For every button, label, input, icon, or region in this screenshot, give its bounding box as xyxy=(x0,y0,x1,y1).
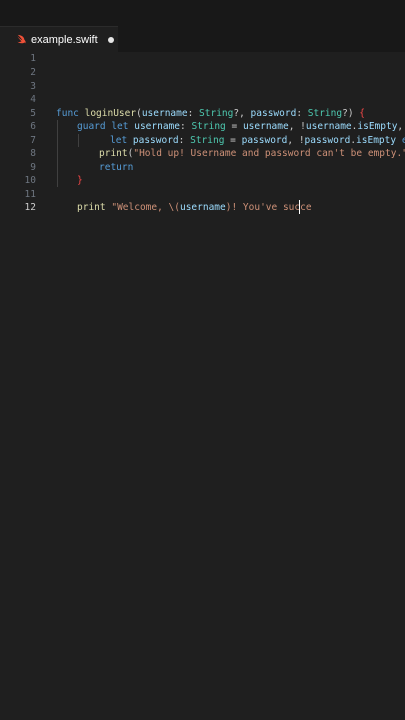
code-token: , xyxy=(397,121,404,132)
line-number: 5 xyxy=(30,108,36,119)
code-token: , ! xyxy=(287,135,305,146)
code-token: String xyxy=(199,108,234,119)
code-token: , ! xyxy=(288,121,306,132)
code-token: password xyxy=(250,108,297,119)
code-token: username xyxy=(179,202,226,213)
code-token: isEmpty xyxy=(356,135,397,146)
line-number: 9 xyxy=(30,162,36,173)
code-line-7[interactable]: let password: String = password, !passwo… xyxy=(110,134,405,147)
code-token: } xyxy=(77,175,83,186)
code-token: let xyxy=(111,121,135,132)
code-token: guard xyxy=(77,121,112,132)
code-token: isEmpty xyxy=(357,121,398,132)
code-token: username xyxy=(242,121,289,132)
tab-filename: example.swift xyxy=(31,33,98,46)
line-number-active: 12 xyxy=(24,202,36,213)
line-number: 8 xyxy=(30,148,36,159)
code-line-10[interactable]: } xyxy=(77,174,83,187)
code-line-12[interactable]: print "Welcome, \(username)! You've succ… xyxy=(77,201,312,214)
tab-example-swift[interactable]: example.swift xyxy=(0,26,118,52)
code-line-6[interactable]: guard let username: String = username, !… xyxy=(77,120,403,133)
code-token: loginUser xyxy=(84,108,137,119)
code-token: : xyxy=(187,108,200,119)
code-token: ?, xyxy=(233,108,251,119)
line-number: 2 xyxy=(30,67,36,78)
indent-guide xyxy=(57,120,58,187)
code-token: = xyxy=(224,135,242,146)
code-token: : xyxy=(179,121,192,132)
code-token: String xyxy=(190,135,225,146)
code-line-9[interactable]: return xyxy=(99,161,133,174)
code-line-5[interactable]: func loginUser(username: String?, passwo… xyxy=(56,107,365,120)
line-number: 11 xyxy=(24,189,36,200)
text-cursor xyxy=(299,200,300,214)
code-token: username xyxy=(141,108,188,119)
code-token: = xyxy=(225,121,243,132)
indent-guide xyxy=(78,134,79,147)
code-token: : xyxy=(296,108,308,119)
line-number: 6 xyxy=(30,121,36,132)
code-token: { xyxy=(359,108,365,119)
code-token: String xyxy=(191,121,226,132)
code-token: "Hold up! Username and password can't be… xyxy=(133,148,405,159)
line-number: 7 xyxy=(30,135,36,146)
line-number: 1 xyxy=(30,53,36,64)
code-editor[interactable]: 1 2 3 4 5 6 7 8 9 10 11 12 func loginUse… xyxy=(0,52,405,720)
code-token: : xyxy=(178,135,191,146)
code-token: return xyxy=(99,162,134,173)
code-token: String xyxy=(307,108,343,119)
unsaved-indicator-dot[interactable] xyxy=(107,36,114,43)
code-token: username xyxy=(134,121,180,132)
line-number: 10 xyxy=(24,175,36,186)
code-token: let xyxy=(110,135,133,146)
line-number: 3 xyxy=(30,81,36,92)
code-token: print xyxy=(99,148,128,159)
tab-bar: example.swift xyxy=(0,0,405,52)
code-token: password xyxy=(241,135,288,146)
code-token: func xyxy=(56,108,85,119)
code-token: ?) xyxy=(342,108,360,119)
line-number: 4 xyxy=(30,94,36,105)
code-token: username xyxy=(305,121,352,132)
code-token: password xyxy=(304,135,351,146)
code-token: password xyxy=(132,135,179,146)
swift-icon xyxy=(16,34,27,45)
code-token: print xyxy=(77,202,106,213)
code-token: "Welcome, \( xyxy=(111,202,180,213)
code-line-8[interactable]: print("Hold up! Username and password ca… xyxy=(99,147,405,160)
